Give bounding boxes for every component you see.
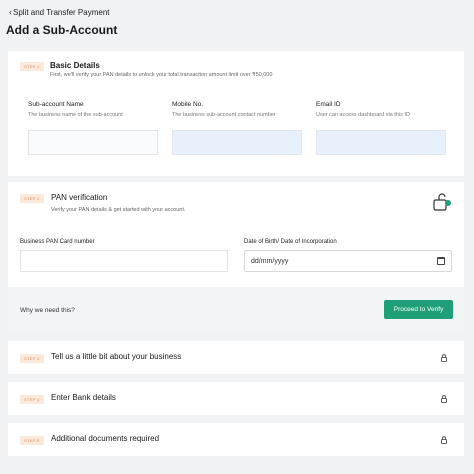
page-title: Add a Sub-Account <box>6 23 118 37</box>
unlock-icon <box>433 193 451 211</box>
mobile-label: Mobile No. <box>172 101 204 108</box>
sub-account-name-label: Sub-account Name <box>28 101 84 108</box>
card-subtitle: First, we'll verify your PAN details to … <box>50 72 273 78</box>
calendar-icon[interactable] <box>437 257 445 265</box>
card-title: Basic Details <box>50 61 100 70</box>
why-label[interactable]: Why we need this? <box>20 307 75 314</box>
card-title: PAN verification <box>51 193 108 202</box>
step-badge: STEP 5 <box>20 436 44 445</box>
pan-label: Business PAN Card number <box>20 239 95 245</box>
business-info-row[interactable]: STEP 3 Tell us a little bit about your b… <box>8 341 464 374</box>
mobile-hint: The business sub-account contact number <box>172 112 276 118</box>
lock-icon <box>441 395 447 403</box>
step-badge: STEP 2 <box>20 194 44 203</box>
row-title: Enter Bank details <box>51 393 116 402</box>
row-title: Tell us a little bit about your business <box>51 352 182 361</box>
card-subtitle: Verify your PAN details & get started wi… <box>51 207 186 213</box>
pan-input[interactable] <box>20 250 228 272</box>
dob-label: Date of Birth/ Date of Incorporation <box>244 239 337 245</box>
back-link-label: Split and Transfer Payment <box>13 7 110 17</box>
dob-placeholder: dd/mm/yyyy <box>251 257 289 265</box>
pan-footer: Why we need this? Proceed to Verify <box>8 287 464 333</box>
row-title: Additional documents required <box>51 434 160 443</box>
step-badge: STEP 4 <box>20 395 44 404</box>
pan-verification-card: STEP 2 PAN verification Verify your PAN … <box>8 182 464 333</box>
bank-details-row[interactable]: STEP 4 Enter Bank details <box>8 382 464 415</box>
basic-details-card: STEP 1 Basic Details First, we'll verify… <box>8 51 464 176</box>
step-badge: STEP 3 <box>20 354 44 363</box>
documents-row[interactable]: STEP 5 Additional documents required <box>8 423 464 456</box>
email-input[interactable] <box>316 130 446 155</box>
email-label: Email ID <box>316 101 341 108</box>
sub-account-name-input[interactable] <box>28 130 158 155</box>
lock-icon <box>441 354 447 362</box>
back-link[interactable]: ‹ Split and Transfer Payment <box>9 7 110 17</box>
chevron-left-icon: ‹ <box>9 7 12 17</box>
step-badge: STEP 1 <box>20 62 44 71</box>
mobile-input[interactable] <box>172 130 302 155</box>
dob-input[interactable]: dd/mm/yyyy <box>244 250 452 272</box>
lock-icon <box>441 436 447 444</box>
proceed-to-verify-button[interactable]: Proceed to Verify <box>384 300 453 319</box>
email-hint: User can access dashboard via this ID <box>316 112 410 118</box>
sub-account-name-hint: The business name of the sub-account <box>28 112 123 118</box>
